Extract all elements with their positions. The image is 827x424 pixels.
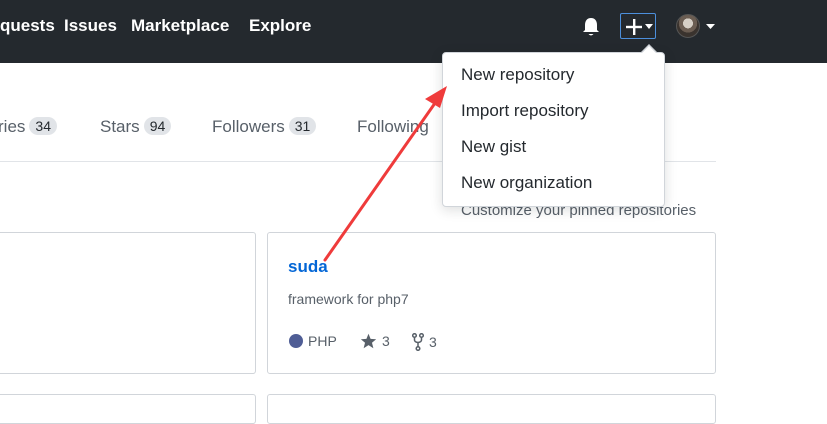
user-menu-button[interactable] <box>676 14 718 40</box>
fork-icon <box>412 333 424 351</box>
language-label: PHP <box>308 333 337 349</box>
nav-pull-requests-link[interactable]: quests <box>0 16 55 36</box>
stars-count: 3 <box>382 333 390 349</box>
repo-language: PHP <box>289 333 337 349</box>
language-color-dot <box>289 334 303 348</box>
repo-description: framework for php7 <box>288 291 409 307</box>
caret-down-icon <box>645 24 653 29</box>
create-new-dropdown: New repository Import repository New gis… <box>442 52 665 207</box>
caret-down-icon <box>706 24 715 29</box>
tab-counter: 34 <box>29 117 57 135</box>
pinned-repo-card: suda framework for php7 PHP 3 3 <box>267 232 716 374</box>
tab-stars[interactable]: Stars 94 <box>100 117 172 137</box>
tab-following[interactable]: Following <box>357 117 429 137</box>
pinned-repo-card <box>0 394 256 424</box>
star-icon <box>360 333 377 349</box>
pinned-repo-card <box>0 232 256 374</box>
nav-issues-link[interactable]: Issues <box>64 16 117 36</box>
tab-repositories[interactable]: ries 34 <box>0 117 57 137</box>
dropdown-caret-fill <box>642 46 656 53</box>
menu-item-import-repository[interactable]: Import repository <box>443 94 664 128</box>
plus-icon <box>626 19 642 35</box>
nav-marketplace-link[interactable]: Marketplace <box>131 16 229 36</box>
repo-name-link[interactable]: suda <box>288 257 328 277</box>
repo-forks-link[interactable]: 3 <box>412 333 437 351</box>
avatar <box>676 14 700 38</box>
tab-label: Following <box>357 117 429 136</box>
nav-explore-link[interactable]: Explore <box>249 16 311 36</box>
menu-item-new-organization[interactable]: New organization <box>443 166 664 200</box>
menu-item-new-gist[interactable]: New gist <box>443 130 664 164</box>
repo-stars-link[interactable]: 3 <box>360 333 390 349</box>
tab-label: Followers <box>212 117 285 136</box>
menu-item-new-repository[interactable]: New repository <box>443 58 664 92</box>
tab-counter: 31 <box>288 117 317 135</box>
bell-icon[interactable] <box>581 16 601 38</box>
top-navbar: quests Issues Marketplace Explore <box>0 0 827 63</box>
tab-label: ries <box>0 117 26 136</box>
tab-label: Stars <box>100 117 140 136</box>
tab-counter: 94 <box>143 117 172 135</box>
create-new-button[interactable] <box>620 13 656 39</box>
pinned-repo-card <box>267 394 716 424</box>
tab-followers[interactable]: Followers 31 <box>212 117 317 137</box>
forks-count: 3 <box>429 334 437 350</box>
